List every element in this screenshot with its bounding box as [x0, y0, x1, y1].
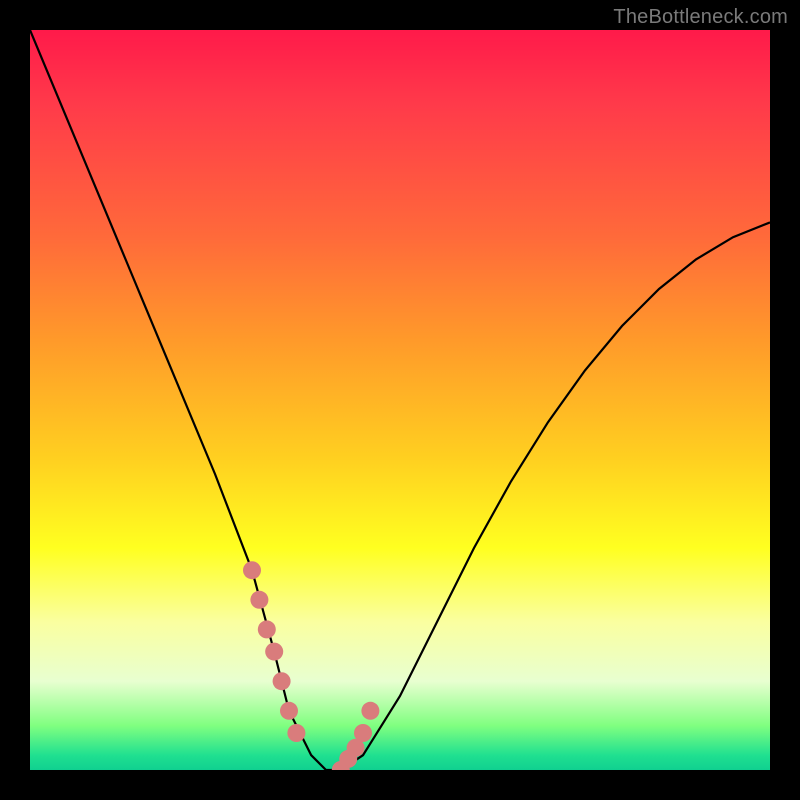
- chart-frame: TheBottleneck.com: [0, 0, 800, 800]
- heat-gradient-background: [30, 30, 770, 770]
- plot-area: [30, 30, 770, 770]
- watermark-text: TheBottleneck.com: [613, 6, 788, 29]
